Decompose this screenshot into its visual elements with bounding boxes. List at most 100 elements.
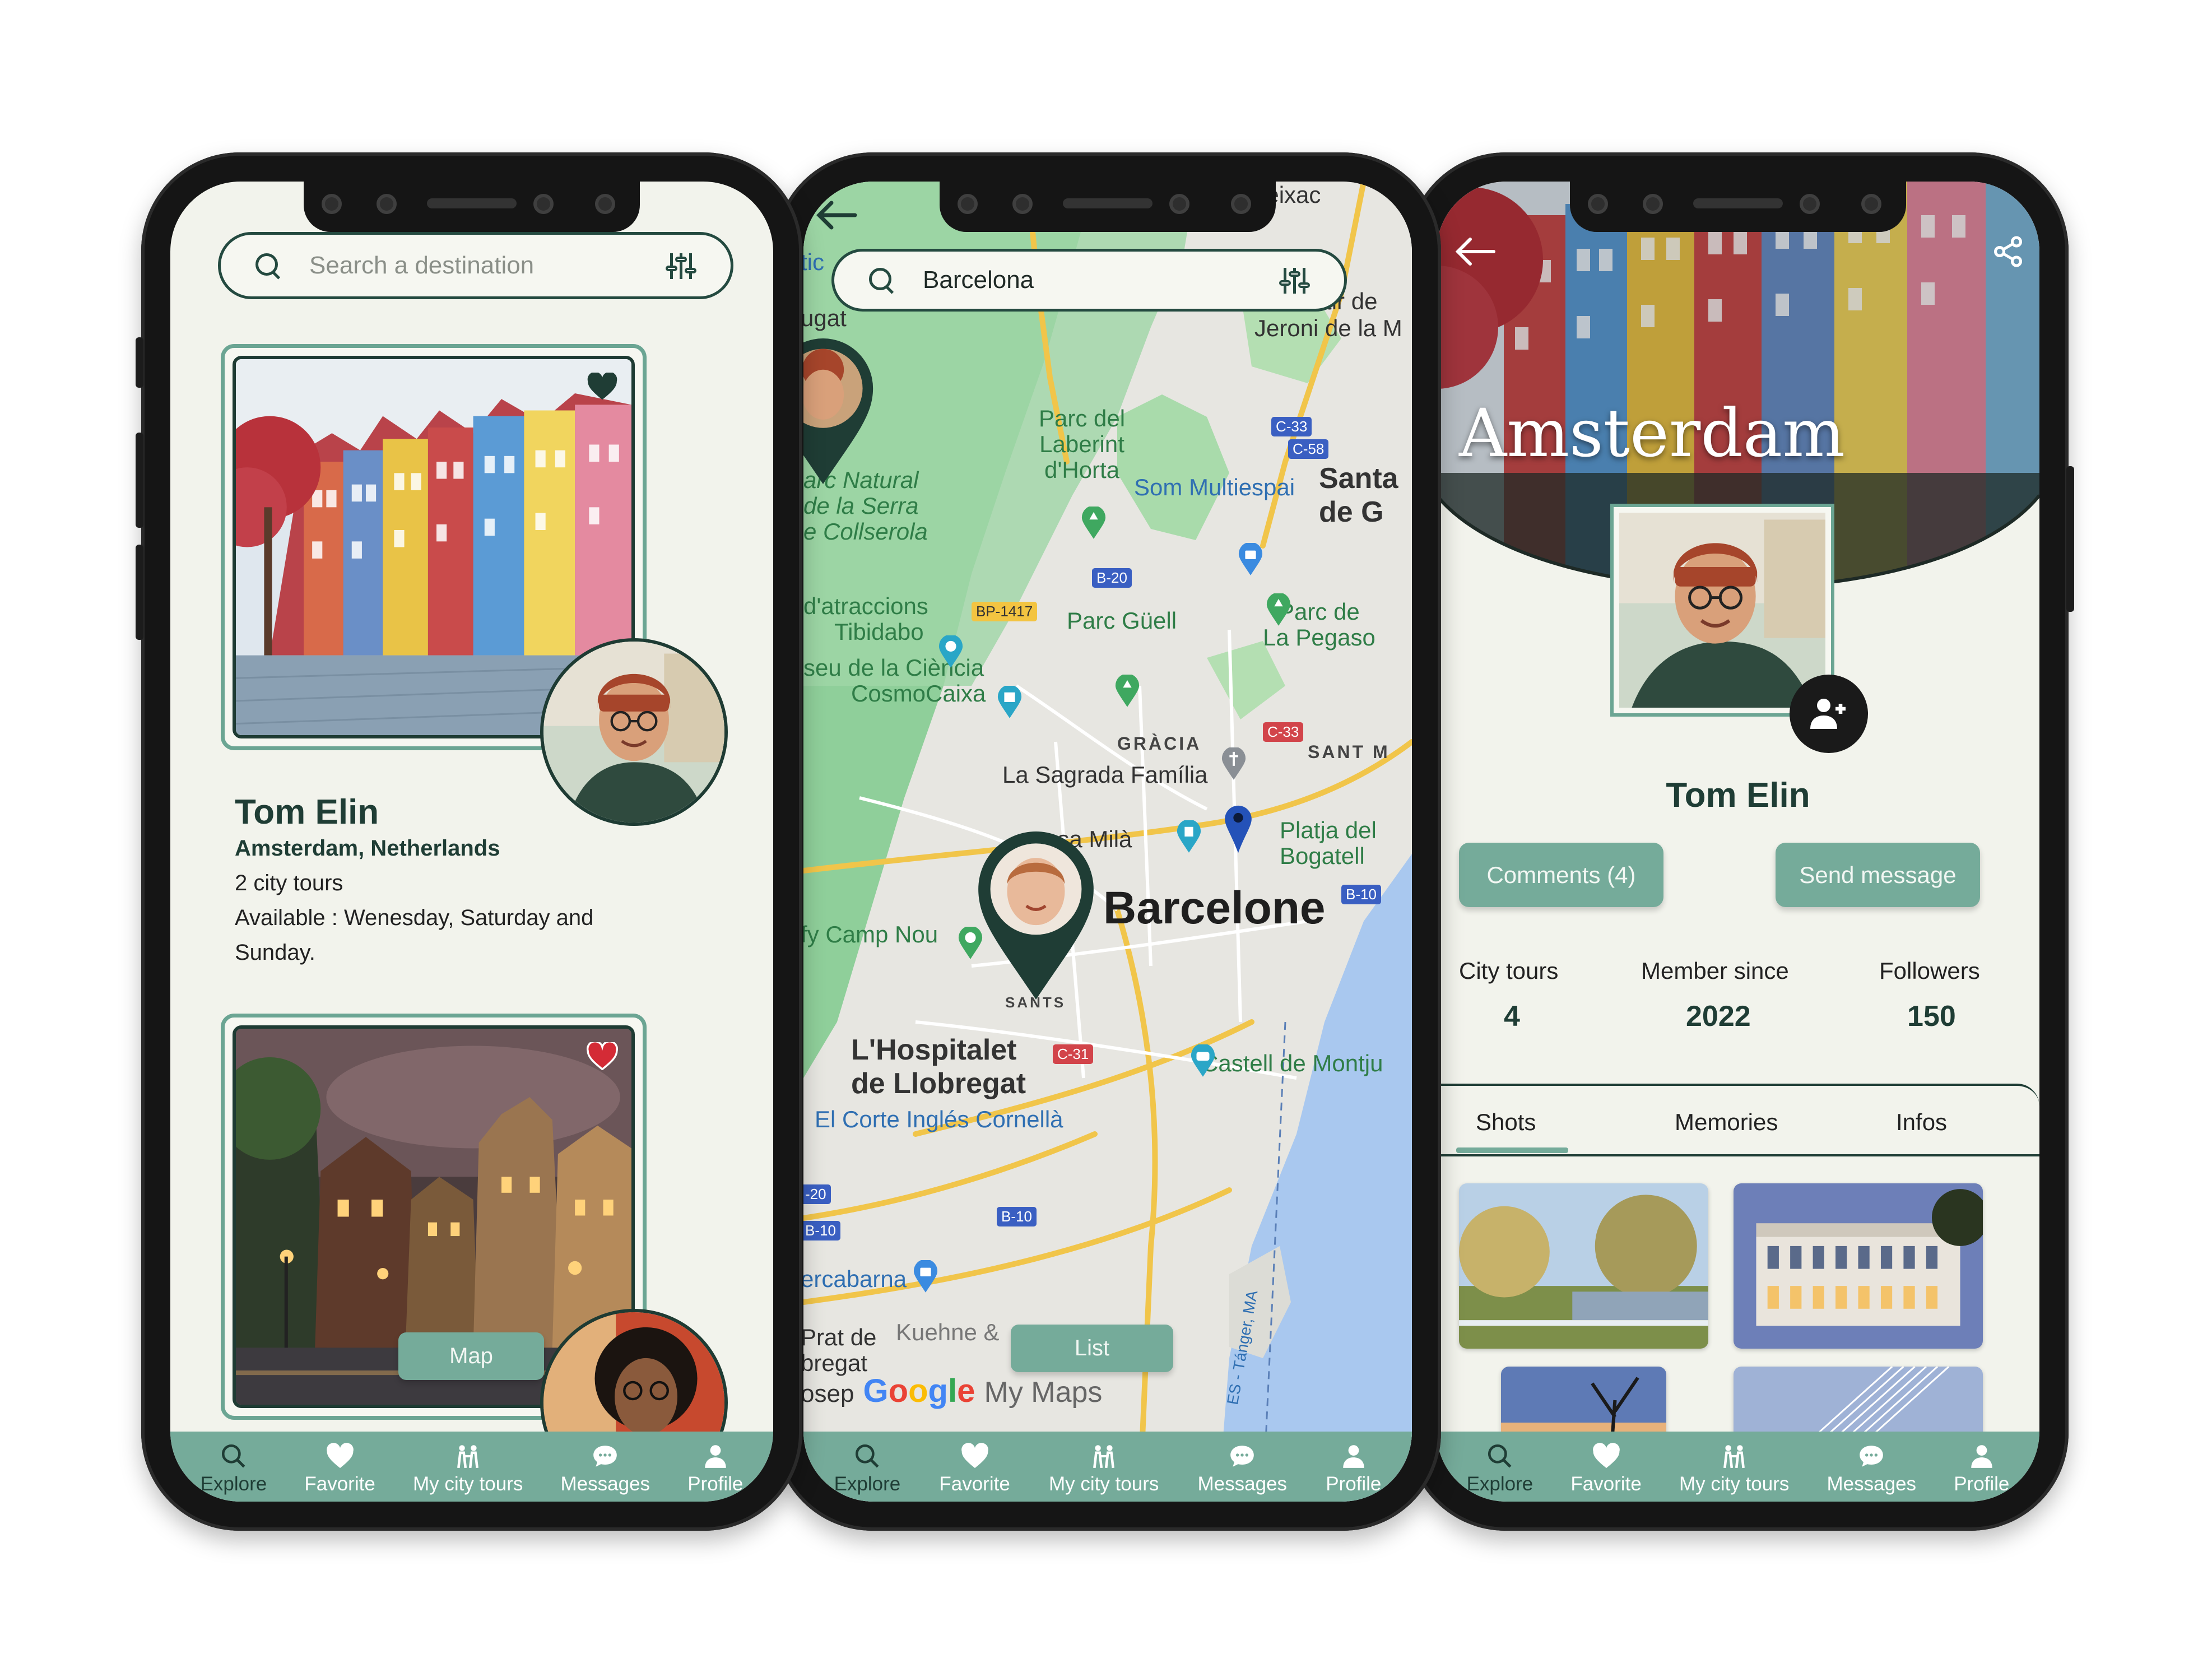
volume-down-button <box>136 545 143 640</box>
filter-icon[interactable] <box>1279 264 1311 296</box>
back-arrow-icon[interactable] <box>815 198 859 232</box>
host-map-pin-selected[interactable] <box>974 831 1098 1000</box>
nav-profile[interactable]: Profile <box>1326 1442 1381 1495</box>
notch <box>940 182 1276 232</box>
road-tag: -20 <box>803 1184 831 1204</box>
chat-icon <box>591 1442 620 1471</box>
sensor <box>958 194 978 214</box>
nav-profile[interactable]: Profile <box>687 1442 743 1495</box>
host-location: Amsterdam, Netherlands <box>235 836 500 861</box>
city-title: Amsterdam <box>1459 394 1846 472</box>
comments-button[interactable]: Comments (4) <box>1459 843 1663 907</box>
tab-memories[interactable]: Memories <box>1675 1109 1778 1136</box>
profile-photo[interactable] <box>1610 504 1834 717</box>
road-tag: C-33 <box>1271 417 1312 436</box>
notch <box>1570 182 1906 232</box>
road-tag: BP-1417 <box>972 602 1038 621</box>
location-pin-icon[interactable] <box>1224 803 1253 854</box>
share-icon[interactable] <box>1991 235 2025 268</box>
stat-label-city-tours: City tours <box>1459 958 1559 984</box>
shot-photo-building[interactable] <box>1734 1183 1983 1349</box>
map-label: ercabarna <box>803 1266 907 1292</box>
send-message-button[interactable]: Send message <box>1776 843 1980 907</box>
map-label-district: GRÀCIA <box>1117 733 1202 754</box>
list-button[interactable]: List <box>1011 1325 1173 1372</box>
nav-city-tours[interactable]: My city tours <box>1049 1442 1159 1495</box>
map-label-park: Parc Güell <box>1067 607 1177 634</box>
favorite-heart-icon[interactable] <box>587 1042 618 1070</box>
user-icon <box>1967 1442 1996 1471</box>
power-button <box>2066 466 2074 612</box>
chat-icon <box>1228 1442 1257 1471</box>
shot-photo-park[interactable] <box>1459 1183 1708 1349</box>
nav-explore[interactable]: Explore <box>1467 1442 1533 1495</box>
front-camera <box>1800 194 1820 214</box>
tab-shots[interactable]: Shots <box>1476 1109 1536 1136</box>
sensor <box>377 194 397 214</box>
landmark-pin-icon[interactable] <box>1176 820 1202 853</box>
shopping-pin-icon[interactable] <box>1238 543 1263 575</box>
nav-city-tours[interactable]: My city tours <box>413 1442 523 1495</box>
volume-up-button <box>136 433 143 528</box>
earpiece-speaker <box>1693 198 1783 208</box>
nav-messages[interactable]: Messages <box>1198 1442 1287 1495</box>
host-name[interactable]: Tom Elin <box>235 792 379 832</box>
tour-count: 2 city tours <box>235 871 343 895</box>
follow-user-button[interactable] <box>1790 675 1868 753</box>
earpiece-speaker <box>1063 198 1153 208</box>
add-user-icon <box>1810 699 1846 729</box>
user-icon <box>1339 1442 1368 1471</box>
map-label: ugat <box>803 305 847 331</box>
active-tab-indicator <box>1456 1147 1568 1153</box>
map-label-city: L'Hospitalet de Llobregat <box>851 1034 1026 1100</box>
back-arrow-icon[interactable] <box>1453 235 1498 268</box>
map-label-city: Prat de bregat <box>803 1324 877 1376</box>
nav-messages[interactable]: Messages <box>1827 1442 1916 1495</box>
nav-favorite[interactable]: Favorite <box>939 1442 1010 1495</box>
camera-pin-icon[interactable] <box>1190 1044 1216 1077</box>
search-icon <box>254 252 281 279</box>
search-icon <box>219 1442 248 1471</box>
park-pin-icon[interactable] <box>1266 593 1291 626</box>
nav-explore[interactable]: Explore <box>834 1442 900 1495</box>
host-avatar[interactable] <box>540 638 728 826</box>
tab-infos[interactable]: Infos <box>1896 1109 1947 1136</box>
park-pin-icon[interactable] <box>1114 675 1140 707</box>
chat-icon <box>1857 1442 1886 1471</box>
favorite-heart-icon[interactable] <box>587 373 618 401</box>
availability-line-1: Available : Wenesday, Saturday and <box>235 905 594 930</box>
nav-favorite[interactable]: Favorite <box>1570 1442 1642 1495</box>
map-label-city: Barcelone <box>1103 882 1326 933</box>
nav-profile[interactable]: Profile <box>1954 1442 2009 1495</box>
map-label: Platja del Bogatell <box>1280 817 1377 869</box>
sensor <box>1588 194 1608 214</box>
map-label: tic <box>803 249 824 275</box>
shopping-pin-icon[interactable] <box>913 1260 938 1293</box>
host-name: Tom Elin <box>1666 776 1810 815</box>
search-bar[interactable]: Barcelona <box>831 249 1347 312</box>
phone-host-profile: Amsterdam Tom Elin Comments (4) Send mes… <box>1407 152 2074 1531</box>
nav-messages[interactable]: Messages <box>561 1442 650 1495</box>
museum-pin-icon[interactable] <box>997 686 1023 718</box>
stat-label-followers: Followers <box>1879 958 1980 984</box>
search-input[interactable]: Barcelona <box>923 266 1279 294</box>
park-pin-icon[interactable] <box>1081 507 1107 539</box>
filter-icon[interactable] <box>666 250 697 281</box>
mute-switch <box>136 337 143 388</box>
screen: Amsterdam Tom Elin Comments (4) Send mes… <box>1437 182 2039 1502</box>
people-icon <box>453 1442 482 1471</box>
attraction-pin-icon[interactable] <box>938 635 964 668</box>
search-icon <box>868 267 895 294</box>
map-button[interactable]: Map <box>398 1332 544 1380</box>
phone-explore-feed: Search a destination Tom Elin Amsterdam,… <box>136 152 802 1531</box>
nav-city-tours[interactable]: My city tours <box>1679 1442 1789 1495</box>
search-bar[interactable]: Search a destination <box>218 232 733 299</box>
road-tag: B-20 <box>1092 568 1132 588</box>
nav-explore[interactable]: Explore <box>201 1442 267 1495</box>
church-pin-icon[interactable] <box>1221 747 1247 780</box>
stat-value-followers: 150 <box>1907 1000 1956 1033</box>
search-input[interactable]: Search a destination <box>309 252 666 280</box>
nav-favorite[interactable]: Favorite <box>304 1442 375 1495</box>
host-map-pin[interactable] <box>803 338 876 484</box>
earpiece-speaker <box>427 198 517 208</box>
